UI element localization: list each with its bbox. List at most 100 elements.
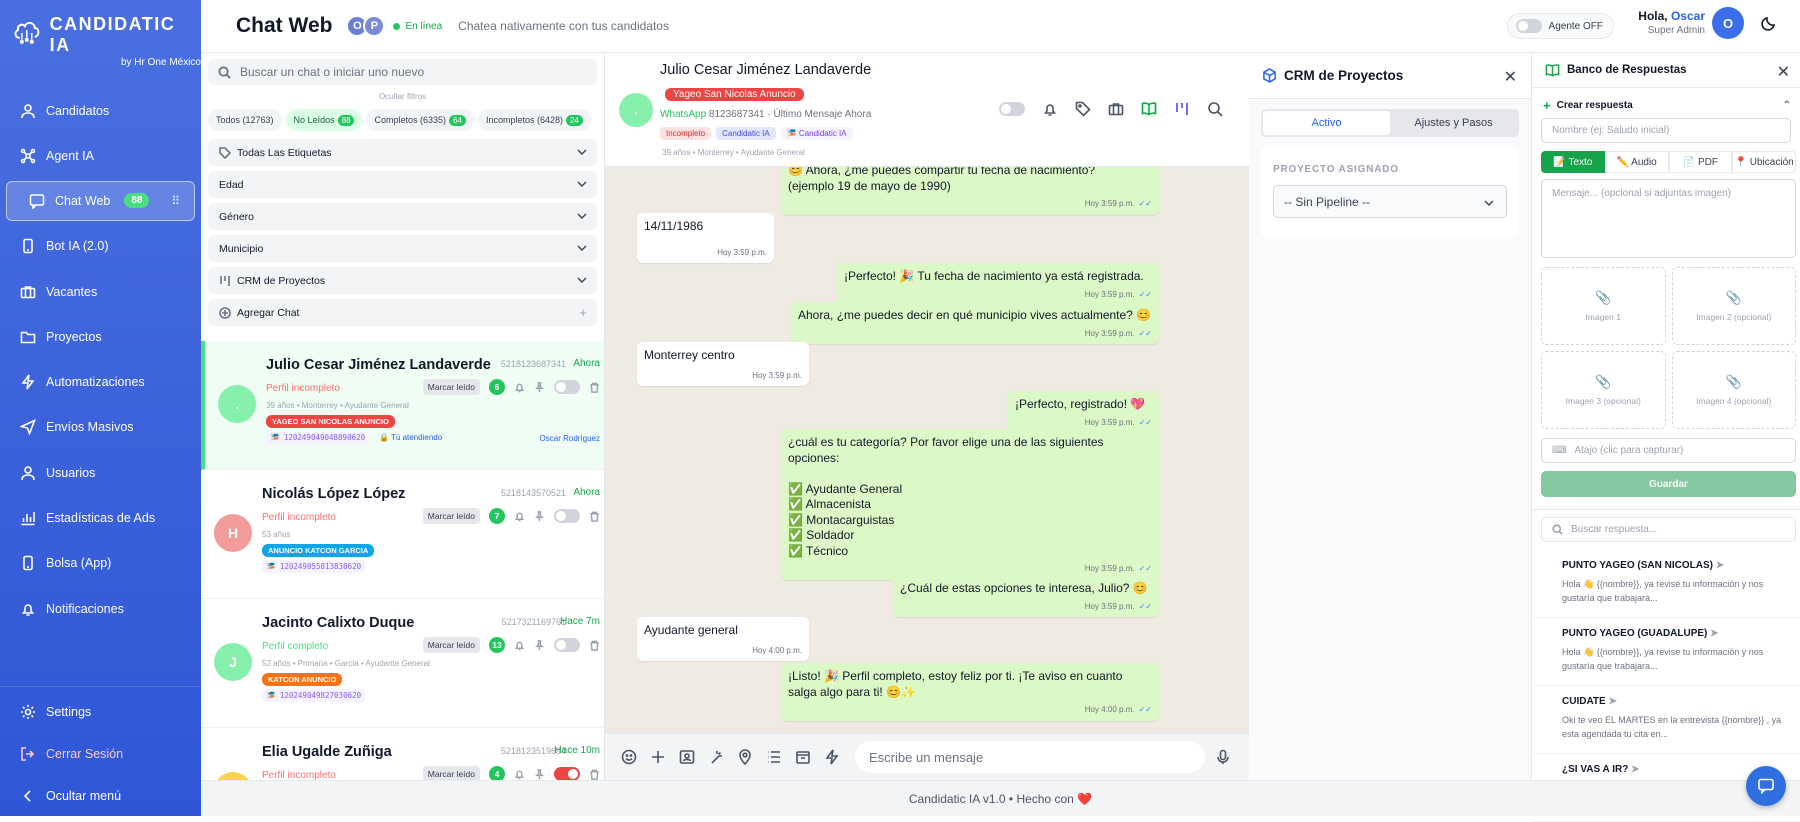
support-chat-button[interactable] xyxy=(1746,766,1786,806)
send-icon[interactable]: ➤ xyxy=(1631,764,1639,775)
book-icon[interactable] xyxy=(1141,101,1157,117)
trash-icon[interactable] xyxy=(589,382,600,393)
trash-icon[interactable] xyxy=(589,640,600,651)
logout-button[interactable]: Cerrar Sesión xyxy=(0,733,201,775)
trash-icon[interactable] xyxy=(589,511,600,522)
location-icon[interactable] xyxy=(737,749,753,765)
list-icon[interactable] xyxy=(766,749,782,765)
drag-handle-icon[interactable]: ⠿ xyxy=(171,194,180,208)
save-button[interactable]: Guardar xyxy=(1541,471,1796,497)
trash-icon[interactable] xyxy=(589,769,600,780)
type-ubicacion[interactable]: 📍 Ubicación xyxy=(1732,151,1796,173)
nav-item-automatizaciones[interactable]: Automatizaciones xyxy=(0,359,201,404)
kanban-icon[interactable] xyxy=(1174,101,1190,117)
template-icon[interactable] xyxy=(795,749,811,765)
bolt-icon[interactable] xyxy=(824,749,840,765)
tab-completos[interactable]: Completos (6335) 64 xyxy=(366,109,474,131)
nav-item-bolsa[interactable]: Bolsa (App) xyxy=(0,541,201,586)
contact-card-icon[interactable] xyxy=(679,749,695,765)
response-search-input[interactable]: Buscar respuesta... xyxy=(1541,517,1796,542)
bot-toggle[interactable] xyxy=(554,638,580,652)
bell-icon[interactable] xyxy=(514,769,525,780)
filter-etiquetas[interactable]: Todas Las Etiquetas xyxy=(208,139,597,166)
mark-read-button[interactable]: Marcar leído xyxy=(422,637,480,653)
chat-item[interactable]: . Julio Cesar Jiménez Landaverde 5218123… xyxy=(201,341,604,470)
nav-item-settings[interactable]: Settings xyxy=(0,691,201,733)
type-texto[interactable]: 📝 Texto xyxy=(1541,151,1605,173)
nav-item-chat-web[interactable]: Chat Web 88 ⠿ xyxy=(6,180,195,221)
create-response-toggle[interactable]: + Crear respuesta ⌃ xyxy=(1532,93,1800,118)
bell-icon[interactable] xyxy=(514,511,525,522)
agent-toggle[interactable]: Agente OFF xyxy=(1506,13,1614,39)
pin-icon[interactable] xyxy=(534,381,545,393)
tab-ajustes[interactable]: Ajustes y Pasos xyxy=(1390,111,1517,135)
image-slot-2[interactable]: 📎 Imagen 2 (opcional) xyxy=(1671,267,1796,345)
nav-item-agent-ia[interactable]: Agent IA xyxy=(0,133,201,178)
message-input[interactable]: Escribe un mensaje xyxy=(855,741,1205,773)
pipeline-select[interactable]: -- Sin Pipeline -- xyxy=(1273,185,1507,218)
nav-item-proyectos[interactable]: Proyectos xyxy=(0,314,201,359)
emoji-icon[interactable] xyxy=(621,749,637,765)
nav-item-envios-masivos[interactable]: Envíos Masivos xyxy=(0,405,201,450)
nav-item-bot-ia[interactable]: Bot IA (2.0) xyxy=(0,224,201,269)
bell-icon[interactable] xyxy=(514,382,525,393)
nav-item-vacantes[interactable]: Vacantes xyxy=(0,269,201,314)
send-icon[interactable]: ➤ xyxy=(1710,628,1718,639)
microphone-icon[interactable] xyxy=(1215,749,1231,765)
pin-icon[interactable] xyxy=(534,639,545,651)
tag-icon[interactable] xyxy=(1075,101,1091,117)
pin-icon[interactable] xyxy=(534,768,545,780)
add-chat-button[interactable]: Agregar Chat + xyxy=(208,299,597,326)
image-slot-3[interactable]: 📎 Imagen 3 (opcional) xyxy=(1541,351,1666,429)
mark-read-button[interactable]: Marcar leído xyxy=(422,508,480,524)
filter-crm[interactable]: CRM de Proyectos xyxy=(208,267,597,294)
hide-filters-link[interactable]: Ocultar filtros xyxy=(201,92,604,101)
moon-icon[interactable] xyxy=(1760,14,1778,32)
mark-read-button[interactable]: Marcar leído xyxy=(422,766,480,780)
magic-icon[interactable] xyxy=(708,749,724,765)
bot-toggle[interactable] xyxy=(554,380,580,394)
nav-item-usuarios[interactable]: Usuarios xyxy=(0,450,201,495)
image-slot-1[interactable]: 📎 Imagen 1 xyxy=(1541,267,1666,345)
bot-toggle[interactable] xyxy=(554,509,580,523)
response-item[interactable]: PUNTO YAGEO (GUADALUPE) ➤ Hola 👋 {{nombre… xyxy=(1532,618,1800,686)
briefcase-icon[interactable] xyxy=(1108,101,1124,117)
bot-toggle[interactable] xyxy=(999,102,1025,116)
plus-icon[interactable] xyxy=(650,749,666,765)
response-item[interactable]: PUNTO YAGEO (SAN NICOLAS) ➤ Hola 👋 {{nomb… xyxy=(1532,550,1800,618)
contact-avatar[interactable]: . xyxy=(619,93,653,127)
mark-read-button[interactable]: Marcar leído xyxy=(422,379,480,395)
nav-item-estadisticas[interactable]: Estadísticas de Ads xyxy=(0,495,201,540)
user-avatar[interactable]: O xyxy=(1712,7,1744,39)
close-icon[interactable]: ✕ xyxy=(1777,62,1790,82)
assigned-agent[interactable]: Oscar Rodríguez xyxy=(540,434,600,443)
tab-todos[interactable]: Todos (12763) xyxy=(208,109,282,131)
hide-menu-button[interactable]: Ocultar menú xyxy=(0,775,201,817)
toggle-switch[interactable] xyxy=(1515,19,1542,33)
avatar[interactable]: P xyxy=(363,15,386,37)
chat-item[interactable]: H Nicolás López López 5218143570521 Ahor… xyxy=(201,470,604,599)
filter-genero[interactable]: Género xyxy=(208,203,597,230)
image-slot-4[interactable]: 📎 Imagen 4 (opcional) xyxy=(1671,351,1796,429)
tab-activo[interactable]: Activo xyxy=(1263,111,1390,135)
response-item[interactable]: CUIDATE ➤ Oki te veo EL MARTES en la entr… xyxy=(1532,686,1800,754)
response-message-textarea[interactable]: Mensaje... (opcional si adjuntas imagen) xyxy=(1541,179,1796,258)
bell-icon[interactable] xyxy=(1042,101,1058,117)
tab-no-leidos[interactable]: No Leídos 88 xyxy=(285,109,363,131)
send-icon[interactable]: ➤ xyxy=(1608,696,1616,707)
type-pdf[interactable]: 📄 PDF xyxy=(1668,151,1733,173)
brand-logo[interactable]: CANDIDATIC IA by Hr One México xyxy=(12,14,201,68)
chat-search-input[interactable]: Buscar un chat o iniciar uno nuevo xyxy=(208,59,597,85)
filter-municipio[interactable]: Municipio xyxy=(208,235,597,262)
filter-edad[interactable]: Edad xyxy=(208,171,597,198)
nav-item-candidatos[interactable]: Candidatos xyxy=(0,88,201,133)
send-icon[interactable]: ➤ xyxy=(1716,560,1724,571)
bell-icon[interactable] xyxy=(514,640,525,651)
type-audio[interactable]: ✏️ Audio xyxy=(1604,151,1669,173)
pin-icon[interactable] xyxy=(534,510,545,522)
response-name-input[interactable]: Nombre (ej: Saludo inicial) xyxy=(1541,118,1791,143)
shortcut-input[interactable]: ⌨ Atajo (clic para capturar) xyxy=(1541,438,1796,463)
chat-item[interactable]: J Jacinto Calixto Duque 5217321169761 Ha… xyxy=(201,599,604,728)
nav-item-notificaciones[interactable]: Notificaciones xyxy=(0,586,201,631)
bot-toggle[interactable] xyxy=(554,767,580,780)
